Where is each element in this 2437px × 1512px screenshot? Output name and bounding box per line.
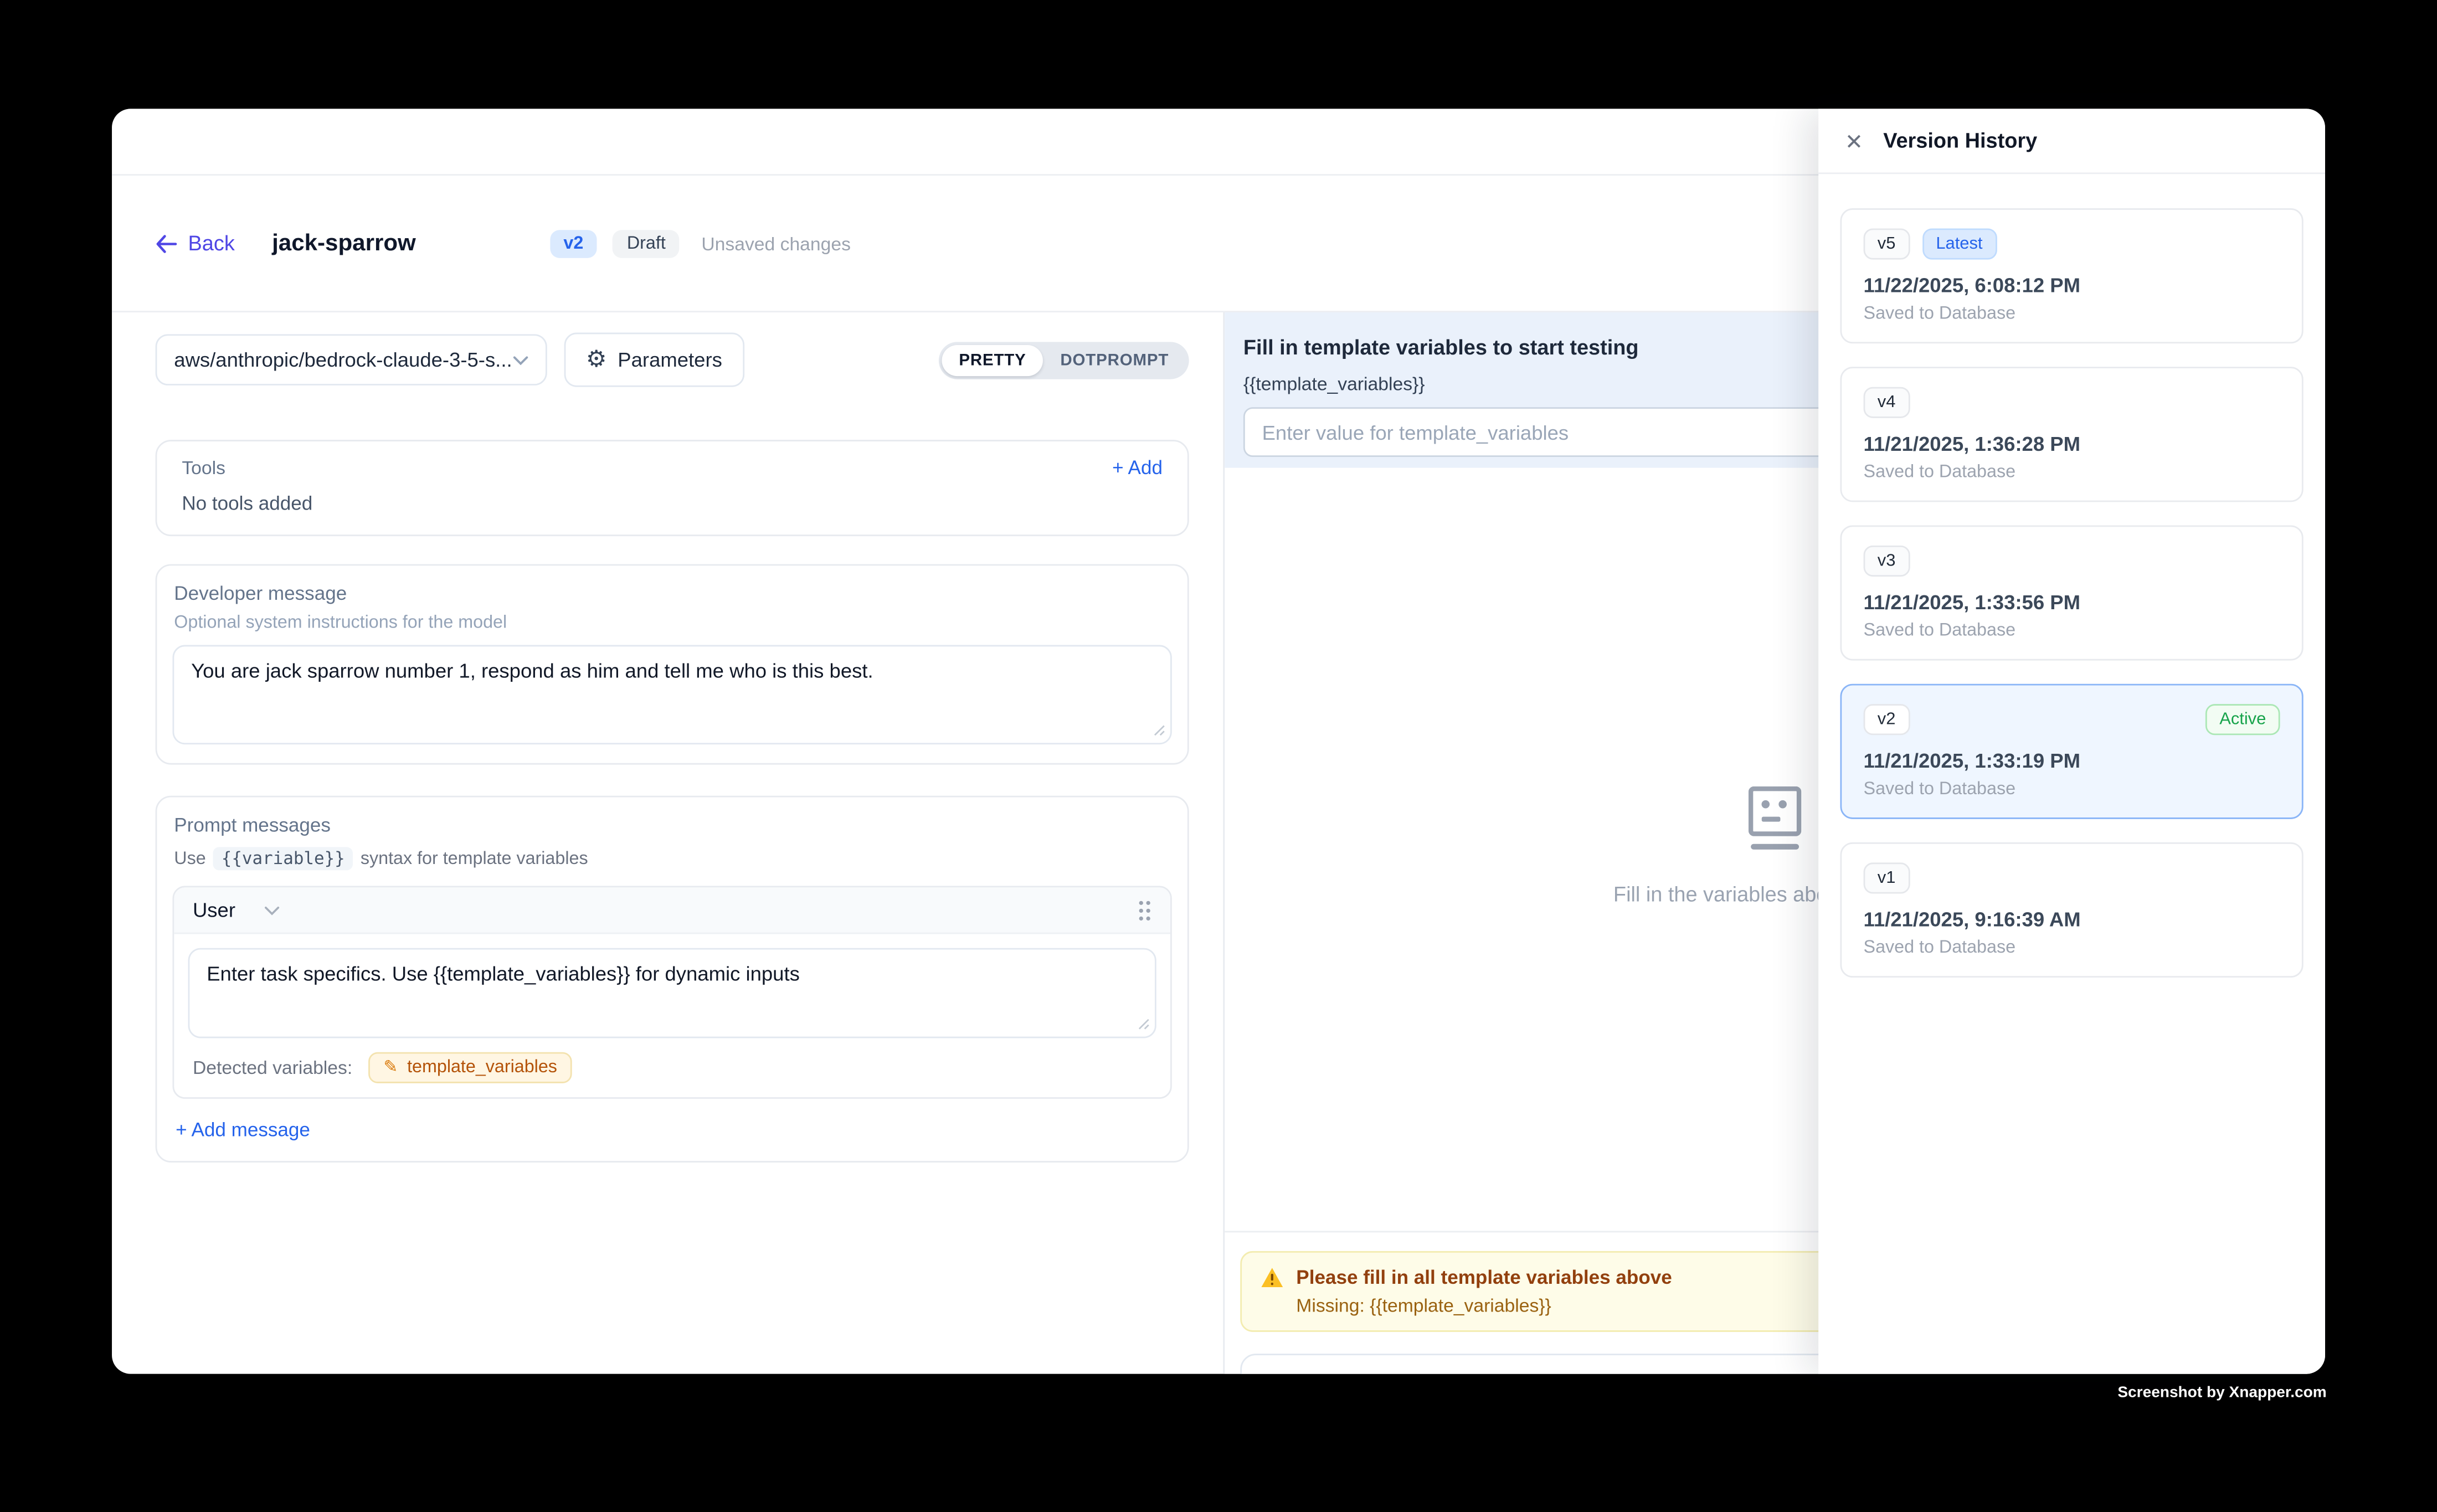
version-history-header: ✕ Version History <box>1818 109 2325 174</box>
view-mode-toggle: PRETTY DOTPROMPT <box>939 341 1189 378</box>
add-tool-label: Add <box>1128 457 1163 479</box>
version-card-top: v1 <box>1864 862 2280 893</box>
version-history-list: v5 Latest 11/22/2025, 6:08:12 PM Saved t… <box>1818 174 2325 1035</box>
editor-column: aws/anthropic/bedrock-claude-3-5-s... ⚙ … <box>112 312 1223 1374</box>
version-card[interactable]: v5 Latest 11/22/2025, 6:08:12 PM Saved t… <box>1840 208 2303 343</box>
add-message-button[interactable]: + Add message <box>172 1119 1171 1140</box>
version-timestamp: 11/21/2025, 9:16:39 AM <box>1864 908 2280 931</box>
screenshot-stage: Back jack-sparrow v2 Draft Unsaved chang… <box>0 0 2437 1512</box>
version-number-badge: v3 <box>1864 546 1910 577</box>
parameters-button[interactable]: ⚙ Parameters <box>564 333 744 387</box>
add-message-label: Add message <box>191 1119 310 1140</box>
prompt-messages-label: Prompt messages <box>172 814 1171 836</box>
syntax-prefix: Use <box>174 850 205 868</box>
arrow-left-icon <box>156 234 177 253</box>
version-saved-text: Saved to Database <box>1864 621 2280 640</box>
draft-badge: Draft <box>613 229 680 258</box>
developer-message-label: Developer message <box>172 583 1171 604</box>
version-card-top: v4 <box>1864 387 2280 418</box>
robot-icon <box>1749 786 1801 852</box>
template-variable-chip[interactable]: ✎ template_variables <box>368 1052 573 1083</box>
version-card-top: v3 <box>1864 546 2280 577</box>
version-card-top: v5 Latest <box>1864 228 2280 259</box>
detected-variables-row: Detected variables: ✎ template_variables <box>188 1052 1156 1083</box>
version-number-badge: v4 <box>1864 387 1910 418</box>
page-title: jack-sparrow <box>272 230 416 256</box>
back-button[interactable]: Back <box>156 232 235 255</box>
syntax-suffix: syntax for template variables <box>361 850 588 868</box>
developer-message-sublabel: Optional system instructions for the mod… <box>172 614 1171 632</box>
version-badge: v2 <box>549 229 597 258</box>
version-number-badge: v1 <box>1864 862 1910 893</box>
developer-message-input[interactable]: You are jack sparrow number 1, respond a… <box>172 645 1171 745</box>
toggle-pretty[interactable]: PRETTY <box>942 344 1043 376</box>
detected-variables-label: Detected variables: <box>193 1057 352 1078</box>
latest-badge: Latest <box>1922 228 1997 259</box>
message-body: Enter task specifics. Use {{template_var… <box>174 934 1170 1097</box>
version-card[interactable]: v4 11/21/2025, 1:36:28 PM Saved to Datab… <box>1840 367 2303 502</box>
prompt-messages-card: Prompt messages Use {{variable}} syntax … <box>156 796 1189 1163</box>
gear-icon: ⚙ <box>586 348 607 372</box>
version-saved-text: Saved to Database <box>1864 305 2280 323</box>
resize-handle-icon[interactable] <box>1138 1018 1150 1030</box>
watermark-text: Screenshot by Xnapper.com <box>2117 1385 2326 1402</box>
active-badge: Active <box>2205 704 2280 735</box>
close-icon[interactable]: ✕ <box>1845 130 1863 151</box>
version-card-top: v2 Active <box>1864 704 2280 735</box>
plus-icon: + <box>176 1119 187 1140</box>
role-selector[interactable] <box>265 906 280 915</box>
version-number-badge: v2 <box>1864 704 1910 735</box>
warning-title: Please fill in all template variables ab… <box>1296 1267 1672 1288</box>
version-timestamp: 11/22/2025, 6:08:12 PM <box>1864 274 2280 297</box>
tools-label: Tools <box>182 457 225 479</box>
version-saved-text: Saved to Database <box>1864 939 2280 958</box>
plus-icon: + <box>1112 457 1124 479</box>
syntax-hint: Use {{variable}} syntax for template var… <box>172 847 1171 870</box>
version-number-badge: v5 <box>1864 228 1910 259</box>
back-label: Back <box>188 232 235 255</box>
tools-empty-text: No tools added <box>182 493 1163 515</box>
toggle-dotprompt[interactable]: DOTPROMPT <box>1043 344 1186 376</box>
variable-syntax-chip: {{variable}} <box>214 847 353 870</box>
parameters-label: Parameters <box>618 348 722 372</box>
model-selector[interactable]: aws/anthropic/bedrock-claude-3-5-s... <box>156 334 547 385</box>
version-history-panel: ✕ Version History v5 Latest 11/22/2025, … <box>1818 109 2325 1374</box>
version-timestamp: 11/21/2025, 1:33:19 PM <box>1864 749 2280 773</box>
version-saved-text: Saved to Database <box>1864 463 2280 482</box>
model-selector-value: aws/anthropic/bedrock-claude-3-5-s... <box>174 348 513 372</box>
resize-handle-icon[interactable] <box>1153 724 1165 737</box>
version-timestamp: 11/21/2025, 1:33:56 PM <box>1864 590 2280 614</box>
tools-card: Tools + Add No tools added <box>156 440 1189 536</box>
version-history-title: Version History <box>1883 129 2037 152</box>
developer-message-card: Developer message Optional system instru… <box>156 564 1189 765</box>
prompt-message-block: User Enter task specifics. Use {{templat… <box>172 886 1171 1098</box>
version-card[interactable]: v1 11/21/2025, 9:16:39 AM Saved to Datab… <box>1840 842 2303 978</box>
version-timestamp: 11/21/2025, 1:36:28 PM <box>1864 432 2280 455</box>
version-card[interactable]: v3 11/21/2025, 1:33:56 PM Saved to Datab… <box>1840 525 2303 660</box>
version-saved-text: Saved to Database <box>1864 780 2280 799</box>
chevron-down-icon <box>265 906 280 915</box>
role-selector-value: User <box>193 898 235 922</box>
pencil-icon: ✎ <box>383 1059 398 1076</box>
user-message-input[interactable]: Enter task specifics. Use {{template_var… <box>188 948 1156 1038</box>
editor-toolbar: aws/anthropic/bedrock-claude-3-5-s... ⚙ … <box>156 333 1189 387</box>
add-tool-button[interactable]: + Add <box>1112 457 1163 479</box>
chevron-down-icon <box>513 355 528 364</box>
detected-variable-name: template_variables <box>407 1058 557 1077</box>
unsaved-changes-text: Unsaved changes <box>701 233 851 254</box>
drag-handle-icon[interactable] <box>1138 899 1151 920</box>
version-card[interactable]: v2 Active 11/21/2025, 1:33:19 PM Saved t… <box>1840 684 2303 819</box>
message-role-header: User <box>174 887 1170 934</box>
warning-icon <box>1261 1267 1284 1288</box>
